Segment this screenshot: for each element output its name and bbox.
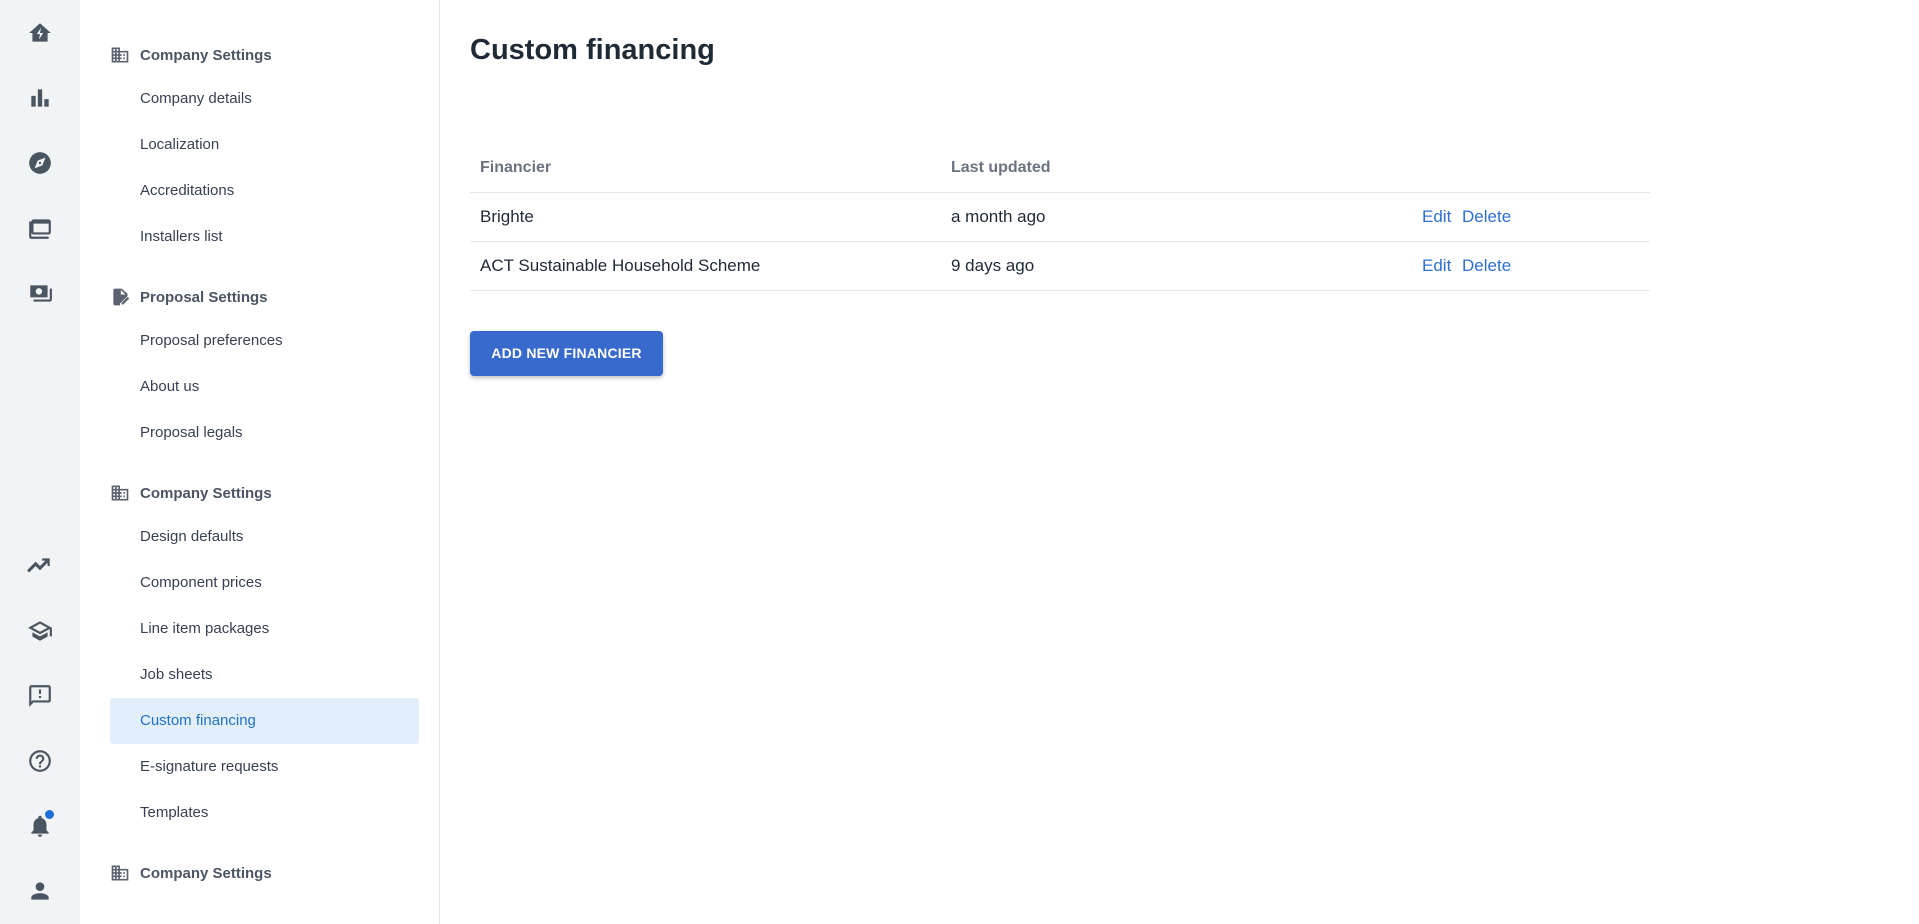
section-company-settings: Company Settings	[110, 42, 419, 68]
nav-accreditations[interactable]: Accreditations	[110, 168, 419, 214]
trending-icon[interactable]	[20, 546, 60, 586]
building-icon	[111, 47, 129, 63]
header-actions	[1412, 144, 1650, 193]
main-content: Custom financing Financier Last updated …	[440, 0, 1919, 924]
nav-templates[interactable]: Templates	[110, 790, 419, 836]
cell-last-updated: 9 days ago	[941, 241, 1412, 291]
building-icon	[111, 865, 129, 881]
cash-icon[interactable]	[20, 273, 60, 313]
bar-chart-icon[interactable]	[20, 78, 60, 118]
delete-link[interactable]: Delete	[1462, 256, 1511, 275]
cell-financier: Brighte	[470, 192, 941, 242]
section-company-settings-3: Company Settings	[110, 860, 419, 886]
app-root: Company Settings Company details Localiz…	[0, 0, 1919, 924]
nav-line-item-packages[interactable]: Line item packages	[110, 606, 419, 652]
section-title: Company Settings	[140, 864, 272, 882]
nav-localization[interactable]: Localization	[110, 122, 419, 168]
cell-actions: Edit Delete	[1412, 241, 1650, 291]
settings-sidebar: Company Settings Company details Localiz…	[80, 0, 440, 924]
nav-job-sheets[interactable]: Job sheets	[110, 652, 419, 698]
user-icon[interactable]	[20, 871, 60, 911]
nav-design-defaults[interactable]: Design defaults	[110, 514, 419, 560]
compass-icon[interactable]	[20, 143, 60, 183]
section-title: Company Settings	[140, 484, 272, 502]
edit-link[interactable]: Edit	[1422, 256, 1451, 275]
table-row: Brighte a month ago Edit Delete	[470, 192, 1650, 242]
document-edit-icon	[113, 288, 130, 306]
edit-link[interactable]: Edit	[1422, 207, 1451, 226]
folders-icon[interactable]	[20, 208, 60, 248]
section-title: Company Settings	[140, 46, 272, 64]
school-icon[interactable]	[20, 611, 60, 651]
notification-badge	[43, 808, 56, 821]
page-title: Custom financing	[470, 34, 715, 66]
add-new-financier-button[interactable]: ADD NEW FINANCIER	[470, 330, 663, 376]
nav-custom-financing[interactable]: Custom financing	[110, 698, 419, 744]
nav-installers-list[interactable]: Installers list	[110, 214, 419, 260]
nav-proposal-legals[interactable]: Proposal legals	[110, 410, 419, 456]
help-icon[interactable]	[20, 741, 60, 781]
financier-table: Financier Last updated Brighte a month a…	[470, 144, 1650, 291]
nav-proposal-preferences[interactable]: Proposal preferences	[110, 318, 419, 364]
section-company-settings-2: Company Settings	[110, 480, 419, 506]
icon-rail	[0, 0, 80, 924]
nav-e-signature-requests[interactable]: E-signature requests	[110, 744, 419, 790]
cell-last-updated: a month ago	[941, 192, 1412, 242]
bell-icon[interactable]	[20, 806, 60, 846]
header-last-updated: Last updated	[941, 144, 1412, 193]
section-title: Proposal Settings	[140, 288, 268, 306]
nav-about-us[interactable]: About us	[110, 364, 419, 410]
building-icon	[111, 485, 129, 501]
table-row: ACT Sustainable Household Scheme 9 days …	[470, 241, 1650, 291]
feedback-icon[interactable]	[20, 676, 60, 716]
cell-actions: Edit Delete	[1412, 192, 1650, 242]
nav-component-prices[interactable]: Component prices	[110, 560, 419, 606]
home-bolt-icon[interactable]	[20, 13, 60, 53]
nav-company-details[interactable]: Company details	[110, 76, 419, 122]
header-financier: Financier	[470, 144, 941, 193]
table-header-row: Financier Last updated	[470, 144, 1650, 193]
section-proposal-settings: Proposal Settings	[110, 284, 419, 310]
cell-financier: ACT Sustainable Household Scheme	[470, 241, 941, 291]
delete-link[interactable]: Delete	[1462, 207, 1511, 226]
